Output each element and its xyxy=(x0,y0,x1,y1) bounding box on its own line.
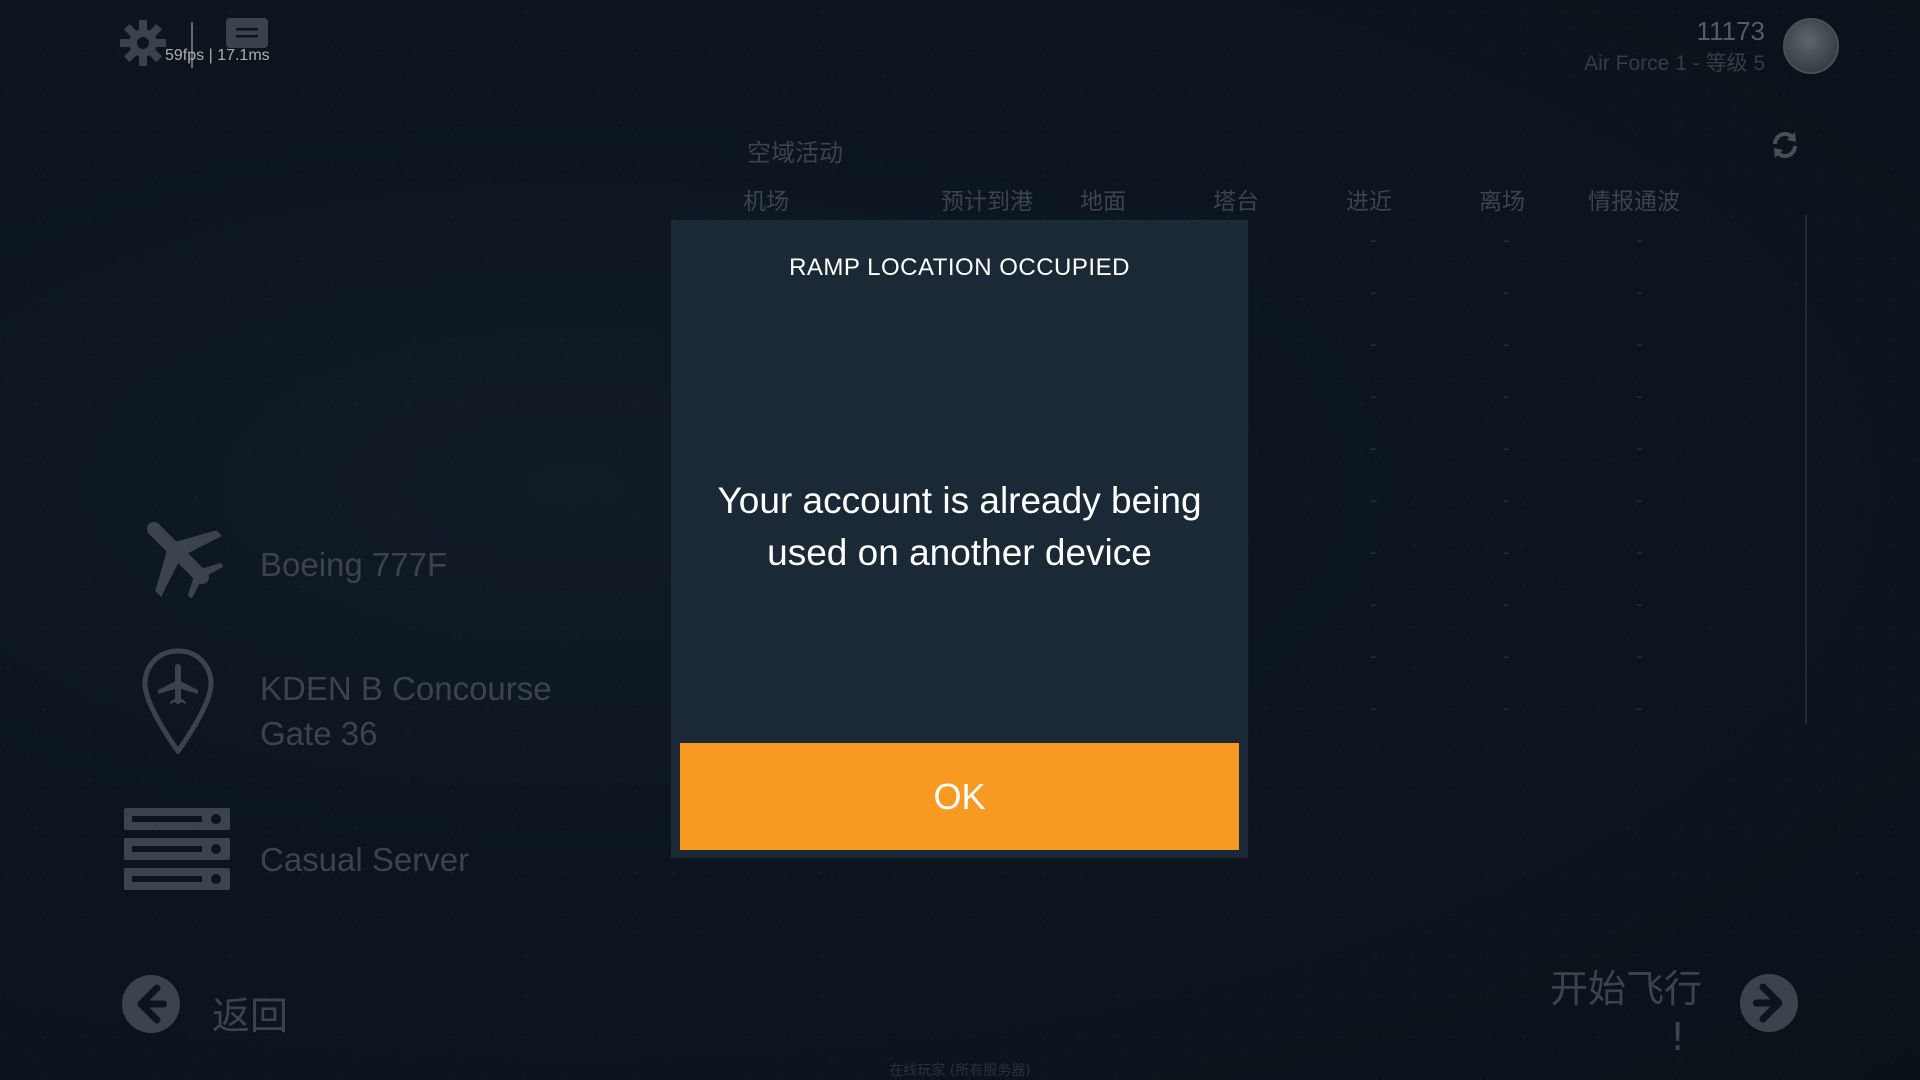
app-screen: 59fps | 17.1ms 11173 Air Force 1 - 等级 5 … xyxy=(0,0,1920,1080)
ok-button[interactable]: OK xyxy=(680,743,1239,850)
dialog-title: RAMP LOCATION OCCUPIED xyxy=(789,254,1130,281)
error-dialog: RAMP LOCATION OCCUPIED Your account is a… xyxy=(671,220,1248,858)
dialog-message: Your account is already being used on an… xyxy=(717,480,1202,573)
